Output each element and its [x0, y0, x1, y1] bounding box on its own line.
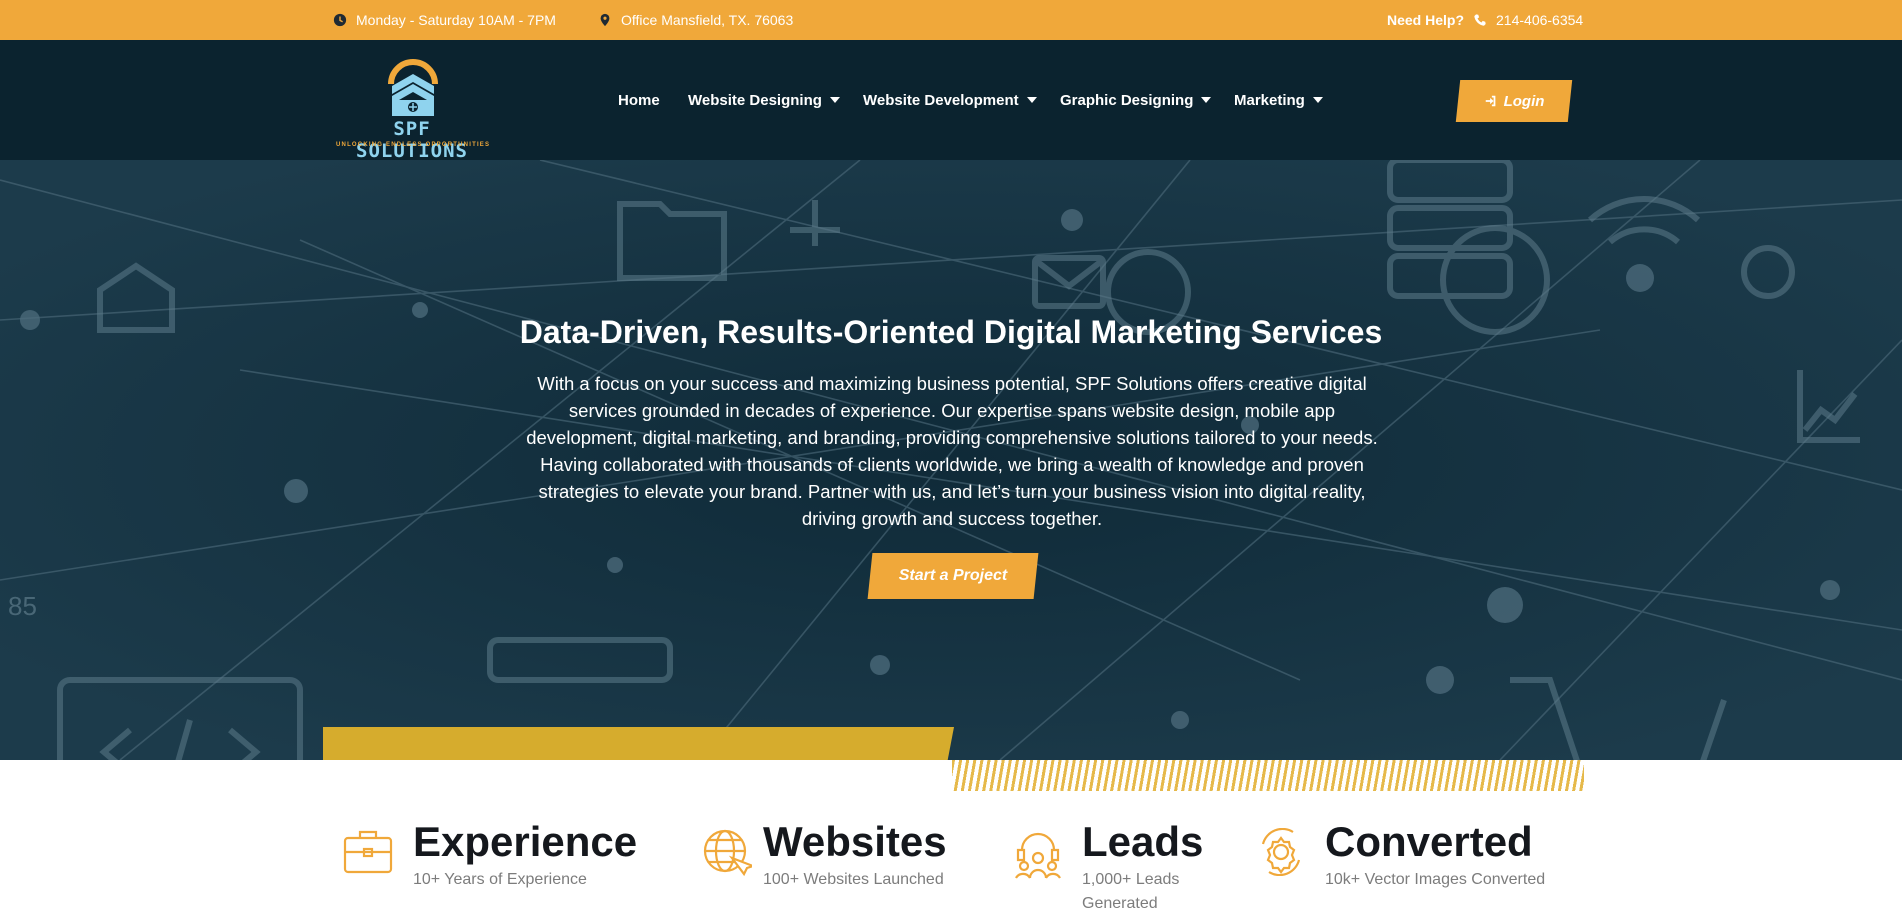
nav-item-website-development[interactable]: Website Development	[863, 80, 1037, 120]
top-bar: Monday - Saturday 10AM - 7PM Office Mans…	[0, 0, 1902, 40]
nav-item-home[interactable]: Home	[618, 80, 660, 120]
start-project-label: Start a Project	[898, 567, 1008, 584]
stat-title: Converted	[1325, 818, 1533, 865]
caret-down-icon	[829, 97, 840, 103]
nav-item-marketing[interactable]: Marketing	[1234, 80, 1323, 120]
hero-title: Data-Driven, Results-Oriented Digital Ma…	[519, 314, 1383, 350]
clock-icon	[333, 13, 347, 27]
stat-subtitle: 100+ Websites Launched	[763, 871, 944, 888]
hours-text: Monday - Saturday 10AM - 7PM	[356, 12, 556, 28]
stat-subtitle: 10+ Years of Experience	[413, 871, 587, 888]
svg-text:85: 85	[8, 591, 37, 621]
start-project-button[interactable]: Start a Project	[867, 553, 1039, 599]
caret-down-icon	[1201, 97, 1212, 103]
stat-subtitle: 10k+ Vector Images Converted	[1325, 871, 1546, 888]
hero-section: 85 Data-Driven, Results-Oriented Digital…	[0, 160, 1902, 760]
gold-accent-strip	[323, 727, 954, 760]
stat-title: Websites	[763, 818, 947, 865]
login-label: Login	[1503, 92, 1545, 110]
briefcase-icon	[343, 830, 393, 874]
sign-in-icon	[1485, 95, 1495, 107]
caret-down-icon	[1312, 97, 1323, 103]
stat-title: Leads	[1082, 818, 1204, 865]
need-help-label: Need Help?	[1387, 12, 1465, 28]
nav-item-label: Marketing	[1234, 91, 1305, 109]
hatched-accent-strip	[952, 760, 1584, 791]
phone-link[interactable]: 214-406-6354	[1496, 12, 1583, 28]
stat-subtitle: 1,000+ Leads Generated	[1082, 871, 1180, 912]
nav-item-label: Website Development	[863, 91, 1019, 109]
nav-item-label: Home	[618, 91, 660, 109]
brand-name: SPF SOLUTIONS	[356, 118, 468, 162]
help-info: Need Help? 214-406-6354	[1387, 0, 1583, 40]
nav-item-label: Graphic Designing	[1060, 91, 1194, 109]
globe-icon	[703, 829, 752, 877]
phone-icon	[1474, 14, 1486, 26]
stat-title: Experience	[413, 818, 638, 865]
map-pin-icon	[600, 13, 610, 27]
brand-tagline: UNLOCKING ENDLESS OPPORTUNITIES	[336, 142, 491, 148]
hero-description: With a focus on your success and maximiz…	[526, 373, 1378, 529]
logo-mark-icon	[388, 59, 438, 116]
office-text: Office Mansfield, TX. 76063	[621, 12, 794, 28]
hours-info: Monday - Saturday 10AM - 7PM	[333, 0, 556, 40]
nav-item-label: Website Designing	[688, 91, 822, 109]
caret-down-icon	[1026, 97, 1037, 103]
site-header: SPF SOLUTIONS UNLOCKING ENDLESS OPPORTUN…	[0, 40, 1902, 162]
nav-item-website-designing[interactable]: Website Designing	[688, 80, 840, 120]
users-icon	[1015, 832, 1061, 879]
gear-icon	[1261, 828, 1301, 876]
nav-item-graphic-designing[interactable]: Graphic Designing	[1060, 80, 1212, 120]
login-button[interactable]: Login	[1455, 80, 1573, 122]
logo[interactable]: SPF SOLUTIONS UNLOCKING ENDLESS OPPORTUN…	[336, 52, 496, 162]
office-info: Office Mansfield, TX. 76063	[598, 0, 793, 40]
